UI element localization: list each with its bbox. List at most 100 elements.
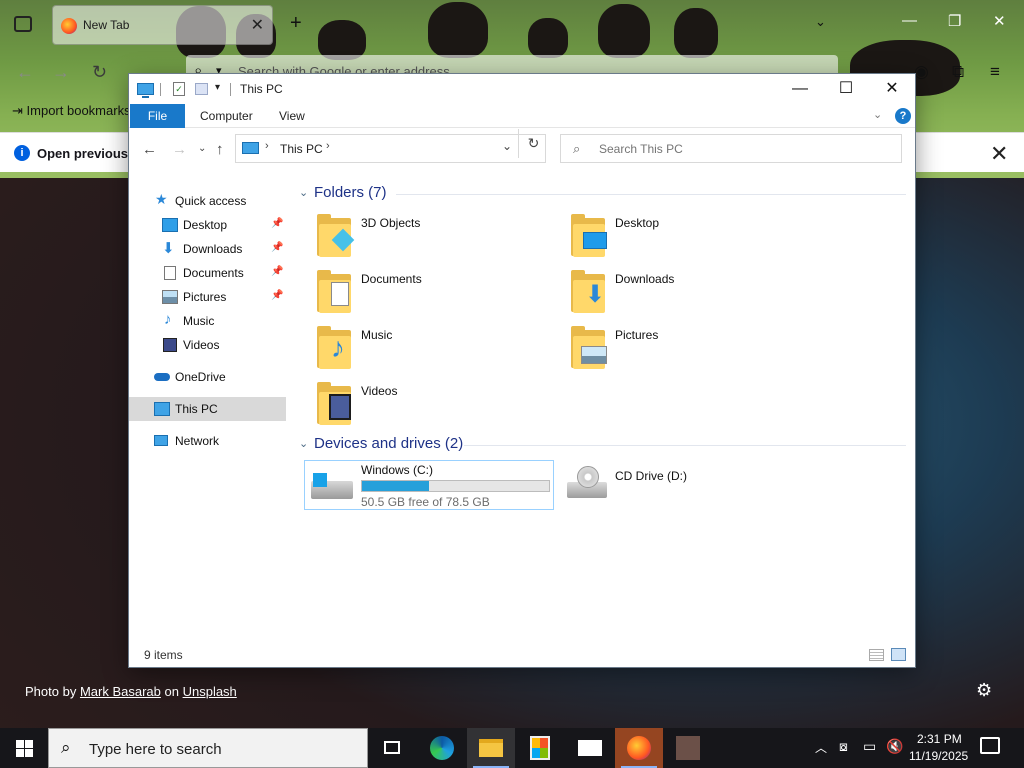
folders-group-header[interactable]: ⌄ Folders (7) xyxy=(296,184,906,204)
desktop-icon xyxy=(162,218,178,232)
details-view-icon[interactable] xyxy=(869,649,884,661)
maximize-button[interactable]: ☐ xyxy=(823,74,869,104)
volume-muted-icon[interactable]: 🔇 xyxy=(886,738,903,755)
taskbar: ⌕ Type here to search ︿ ⧇ ▭ 🔇 2:31 PM 11… xyxy=(0,728,1024,768)
extensions-icon[interactable]: ⧉ xyxy=(952,62,964,82)
firefox-minimize-button[interactable]: — xyxy=(902,12,917,29)
folder-downloads[interactable]: ⬇ Downloads xyxy=(559,270,809,322)
pin-icon[interactable]: 📌 xyxy=(271,266,283,277)
breadcrumb-chevron-icon[interactable]: › xyxy=(326,140,330,152)
nav-item-music[interactable]: ♪ Music xyxy=(129,309,286,333)
import-bookmarks-link[interactable]: ⇥ Import bookmarks... xyxy=(12,103,141,119)
properties-icon[interactable]: ✓ xyxy=(173,82,185,96)
settings-gear-icon[interactable]: ⚙ xyxy=(976,680,992,701)
search-input[interactable] xyxy=(599,142,879,156)
devices-group-header[interactable]: ⌄ Devices and drives (2) xyxy=(296,435,906,455)
forward-arrow-icon[interactable]: → xyxy=(52,62,70,83)
firefox-tab[interactable]: New Tab ✕ xyxy=(52,5,273,45)
tab-computer[interactable]: Computer xyxy=(200,104,253,128)
new-tab-button[interactable]: + xyxy=(290,12,302,35)
collapse-chevron-icon[interactable]: ⌄ xyxy=(299,437,308,450)
firefox-close-button[interactable]: ✕ xyxy=(993,12,1006,30)
nav-this-pc[interactable]: This PC xyxy=(129,397,286,421)
drive-c[interactable]: Windows (C:) 50.5 GB free of 78.5 GB xyxy=(304,460,554,510)
credit-site-link[interactable]: Unsplash xyxy=(183,684,237,699)
nav-item-documents[interactable]: Documents 📌 xyxy=(129,261,286,285)
store-button[interactable] xyxy=(516,728,564,768)
window-title: This PC xyxy=(240,82,283,96)
app-thumbnail-button[interactable] xyxy=(664,728,712,768)
tab-list-chevron-icon[interactable]: ⌄ xyxy=(815,14,826,30)
back-arrow-icon[interactable]: ← xyxy=(16,62,34,83)
music-note-icon: ♪ xyxy=(164,311,172,328)
mail-button[interactable] xyxy=(566,728,614,768)
tab-file[interactable]: File xyxy=(130,104,185,128)
notification-close-icon[interactable]: ✕ xyxy=(990,141,1008,167)
windows-logo-quad xyxy=(25,740,33,748)
address-bar[interactable]: › This PC › ⌄ xyxy=(235,134,546,163)
show-hidden-icons-chevron-icon[interactable]: ︿ xyxy=(815,739,827,756)
folder-music[interactable]: ♪ Music xyxy=(305,326,555,378)
clock-time[interactable]: 2:31 PM xyxy=(917,732,962,746)
folder-3d-objects[interactable]: 3D Objects xyxy=(305,214,555,266)
download-arrow-icon: ⬇ xyxy=(162,240,175,257)
firefox-view-icon[interactable] xyxy=(14,16,32,32)
new-folder-icon[interactable] xyxy=(195,83,208,95)
address-dropdown-icon[interactable]: ⌄ xyxy=(502,139,512,153)
close-button[interactable]: ✕ xyxy=(869,74,915,104)
network-icon xyxy=(154,435,168,446)
help-icon[interactable]: ? xyxy=(895,108,911,124)
group-divider xyxy=(464,445,906,446)
breadcrumb-chevron-icon[interactable]: › xyxy=(265,140,269,152)
nav-item-downloads[interactable]: ⬇ Downloads 📌 xyxy=(129,237,286,261)
large-icons-view-icon[interactable] xyxy=(891,648,906,661)
search-box[interactable]: ⌕ xyxy=(560,134,902,163)
folder-label: 3D Objects xyxy=(361,216,421,230)
account-icon[interactable]: ◉ xyxy=(914,62,929,82)
recent-locations-icon[interactable]: ⌄ xyxy=(198,143,206,154)
forward-button[interactable]: → xyxy=(172,141,187,158)
folder-desktop[interactable]: Desktop xyxy=(559,214,809,266)
customize-toolbar-icon[interactable]: ▾ xyxy=(215,82,220,93)
network-icon[interactable]: ▭ xyxy=(863,738,876,755)
minimize-button[interactable]: — xyxy=(777,74,823,104)
pin-icon[interactable]: 📌 xyxy=(271,242,283,253)
nav-item-pictures[interactable]: Pictures 📌 xyxy=(129,285,286,309)
file-explorer-button[interactable] xyxy=(467,728,515,768)
edge-button[interactable] xyxy=(418,728,466,768)
action-center-icon[interactable] xyxy=(980,737,1000,754)
tab-close-icon[interactable]: ✕ xyxy=(251,15,264,35)
meet-now-icon[interactable]: ⧇ xyxy=(839,738,848,755)
reload-icon[interactable]: ↻ xyxy=(92,62,107,83)
nav-item-videos[interactable]: Videos xyxy=(129,333,286,357)
title-bar[interactable]: ✓ ▾ This PC — ☐ ✕ xyxy=(129,74,915,104)
back-button[interactable]: ← xyxy=(142,141,157,158)
breadcrumb-this-pc[interactable]: This PC xyxy=(280,142,323,156)
drive-d[interactable]: CD Drive (D:) xyxy=(559,460,809,510)
folder-pictures[interactable]: Pictures xyxy=(559,326,809,378)
firefox-button[interactable] xyxy=(615,728,663,768)
tab-view[interactable]: View xyxy=(279,104,305,128)
pin-icon[interactable]: 📌 xyxy=(271,218,283,229)
this-pc-icon xyxy=(137,83,154,98)
firefox-restore-button[interactable]: ❐ xyxy=(948,12,961,30)
collapse-chevron-icon[interactable]: ⌄ xyxy=(299,186,308,199)
pin-icon[interactable]: 📌 xyxy=(271,290,283,301)
up-button[interactable]: ↑ xyxy=(216,141,224,158)
refresh-button[interactable]: ↻ xyxy=(518,129,548,158)
nav-item-desktop[interactable]: Desktop 📌 xyxy=(129,213,286,237)
folder-documents[interactable]: Documents xyxy=(305,270,555,322)
clock-date[interactable]: 11/19/2025 xyxy=(909,749,968,763)
credit-author-link[interactable]: Mark Basarab xyxy=(80,684,161,699)
nav-onedrive[interactable]: OneDrive xyxy=(129,365,286,389)
start-button[interactable] xyxy=(0,728,48,768)
task-view-button[interactable] xyxy=(368,728,416,768)
search-icon: ⌕ xyxy=(573,141,581,156)
nav-network[interactable]: Network xyxy=(129,429,286,453)
group-divider xyxy=(396,194,906,195)
taskbar-search-box[interactable]: ⌕ Type here to search xyxy=(48,728,368,768)
expand-ribbon-icon[interactable]: ⌄ xyxy=(873,108,882,121)
folder-videos[interactable]: Videos xyxy=(305,382,555,434)
nav-quick-access[interactable]: ★ Quick access xyxy=(129,189,286,213)
menu-hamburger-icon[interactable]: ≡ xyxy=(990,62,1000,82)
